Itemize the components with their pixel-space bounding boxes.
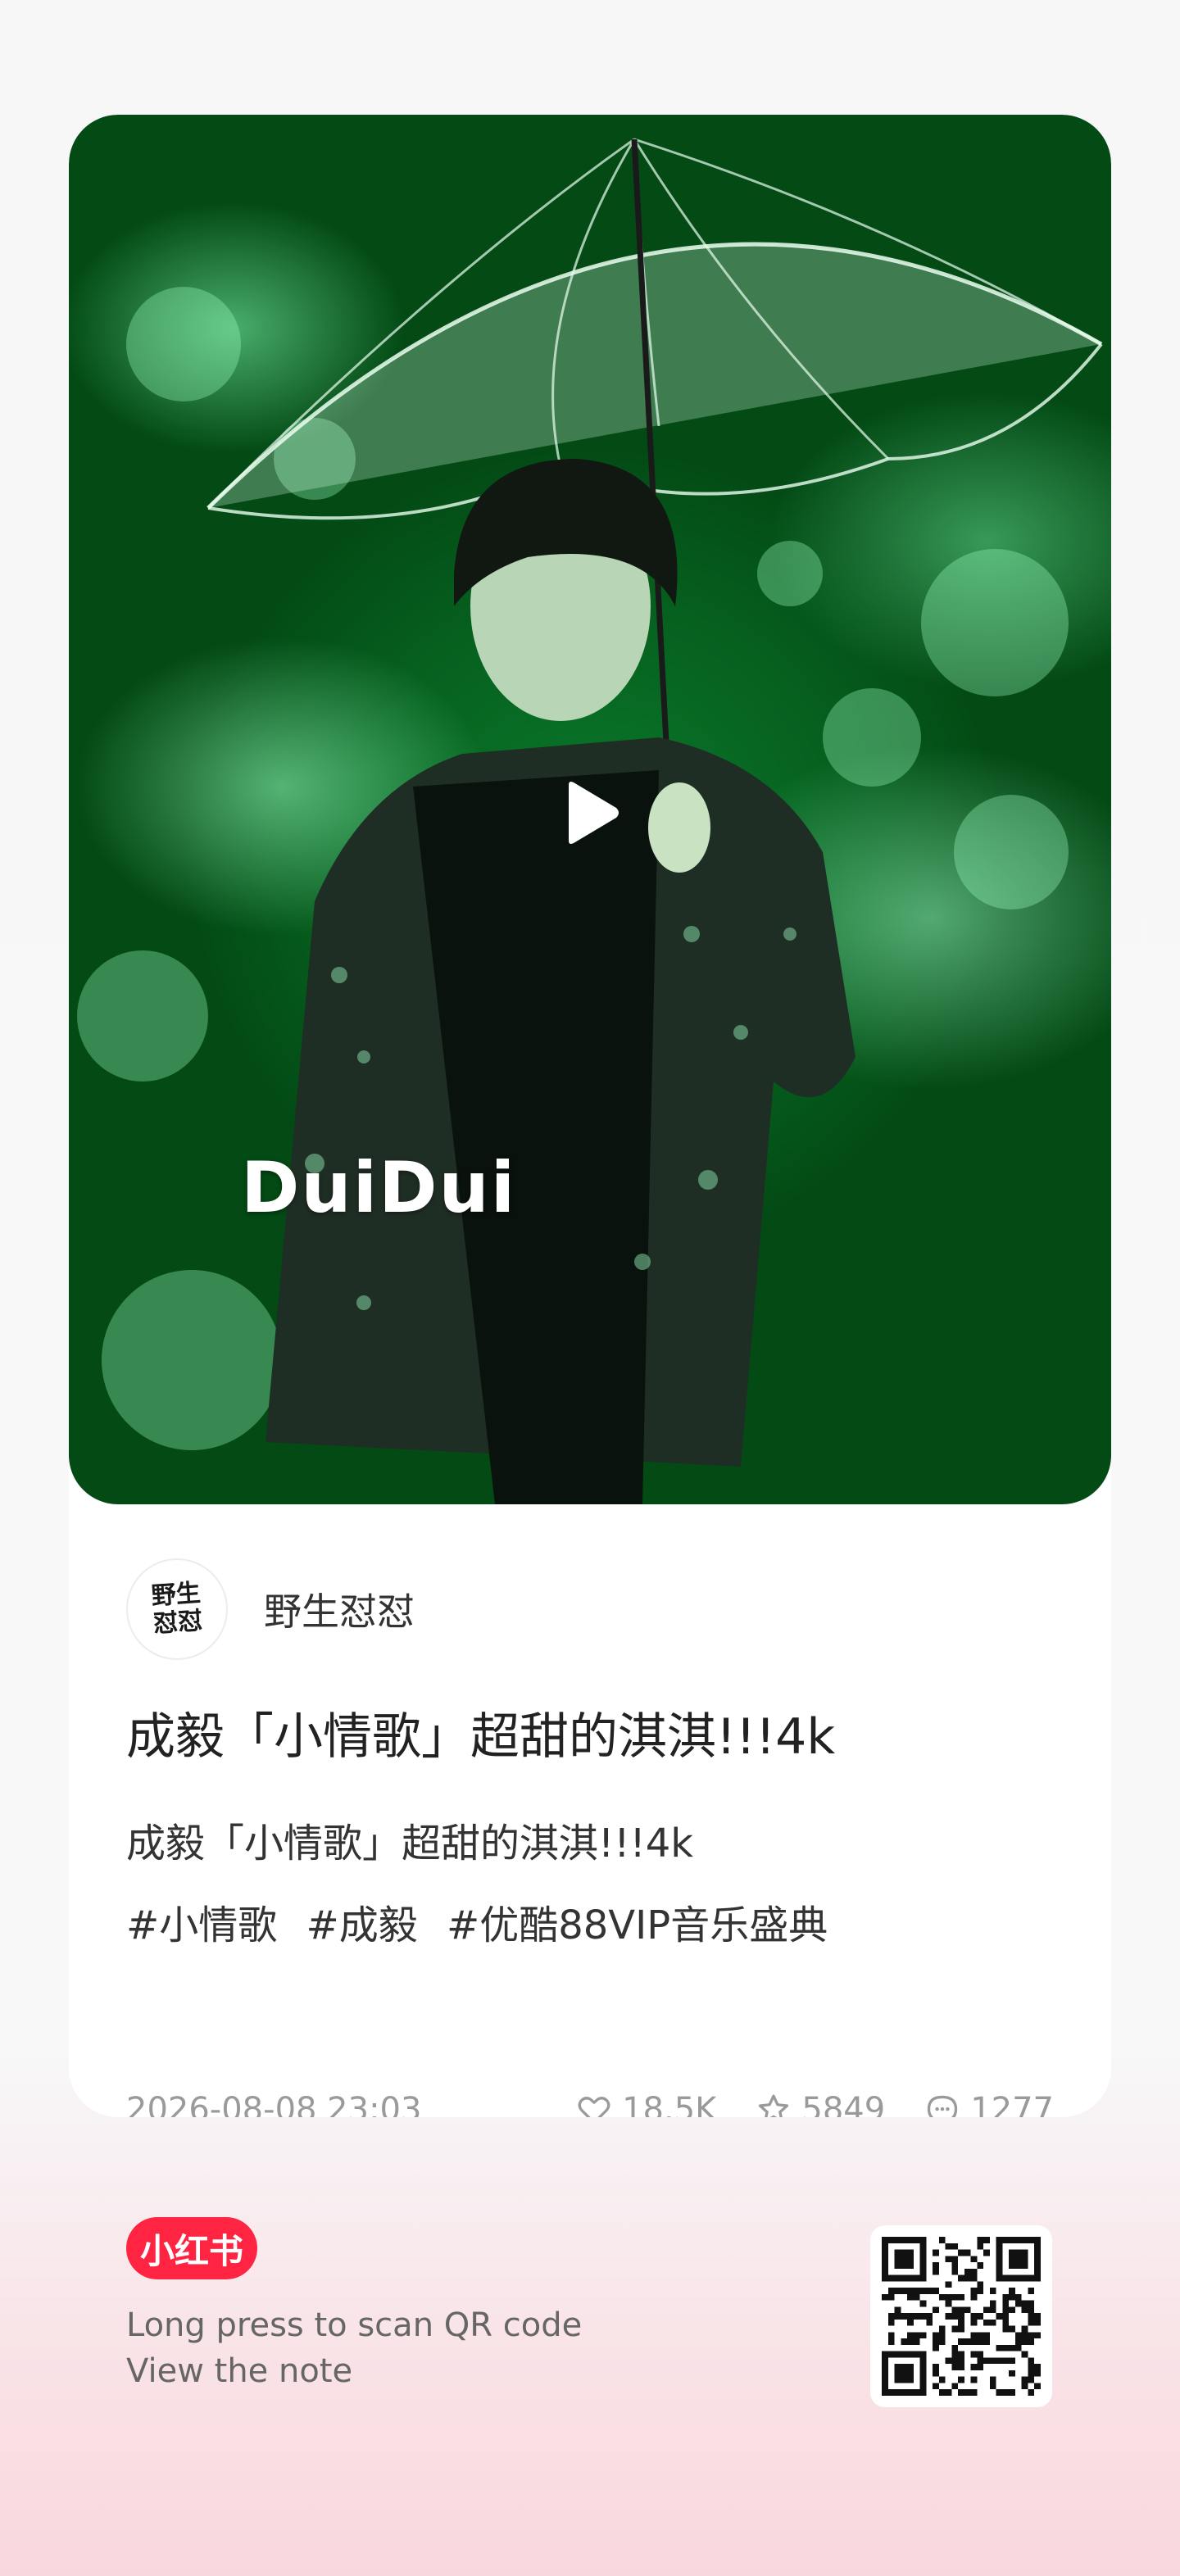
- qr-code[interactable]: [870, 2225, 1052, 2407]
- tag-item[interactable]: #优酷88VIP音乐盛典: [447, 1903, 828, 1948]
- qr-code-icon: [882, 2237, 1041, 2396]
- collect-count: 5849: [801, 2091, 886, 2117]
- like-button[interactable]: 18.5K: [576, 2091, 716, 2117]
- engagement-stats: 18.5K 5849 1277: [537, 2091, 1054, 2117]
- play-icon[interactable]: [564, 780, 621, 846]
- avatar[interactable]: 野生怼怼: [126, 1558, 228, 1660]
- heart-icon: [578, 2097, 610, 2117]
- video-cover[interactable]: DuiDui: [69, 115, 1111, 1504]
- note-card: DuiDui 野生怼怼 野生怼怼 成毅「小情歌」超甜的淇淇!!!4k 成毅「小情…: [69, 115, 1111, 2117]
- comment-icon: [928, 2095, 958, 2117]
- avatar-text: 野生怼怼: [150, 1578, 204, 1639]
- tag-list: #小情歌 #成毅 #优酷88VIP音乐盛典: [126, 1884, 1060, 1966]
- like-count: 18.5K: [622, 2091, 717, 2117]
- note-description: 成毅「小情歌」超甜的淇淇!!!4k #小情歌 #成毅 #优酷88VIP音乐盛典: [126, 1803, 1060, 1966]
- description-text: 成毅「小情歌」超甜的淇淇!!!4k: [126, 1821, 694, 1866]
- scan-line-2: View the note: [126, 2352, 353, 2390]
- collect-button[interactable]: 5849: [756, 2091, 885, 2117]
- author-row[interactable]: 野生怼怼 野生怼怼: [126, 1558, 415, 1660]
- tag-item[interactable]: #成毅: [306, 1903, 418, 1948]
- author-name[interactable]: 野生怼怼: [264, 1582, 415, 1636]
- star-icon: [759, 2094, 789, 2117]
- comment-count: 1277: [970, 2091, 1054, 2117]
- tag-item[interactable]: #小情歌: [126, 1903, 277, 1948]
- note-title: 成毅「小情歌」超甜的淇淇!!!4k: [126, 1708, 836, 1766]
- post-timestamp: 2026-08-08 23:03: [126, 2091, 422, 2117]
- note-meta: 2026-08-08 23:03 18.5K 5849 1277: [126, 2089, 1054, 2117]
- cover-watermark: DuiDui: [241, 1147, 517, 1229]
- app-logo: 小红书: [126, 2217, 257, 2279]
- scan-line-1: Long press to scan QR code: [126, 2306, 583, 2344]
- comment-button[interactable]: 1277: [924, 2091, 1054, 2117]
- scan-instructions: Long press to scan QR code View the note: [126, 2302, 582, 2394]
- share-footer: 小红书 Long press to scan QR code View the …: [126, 2217, 582, 2394]
